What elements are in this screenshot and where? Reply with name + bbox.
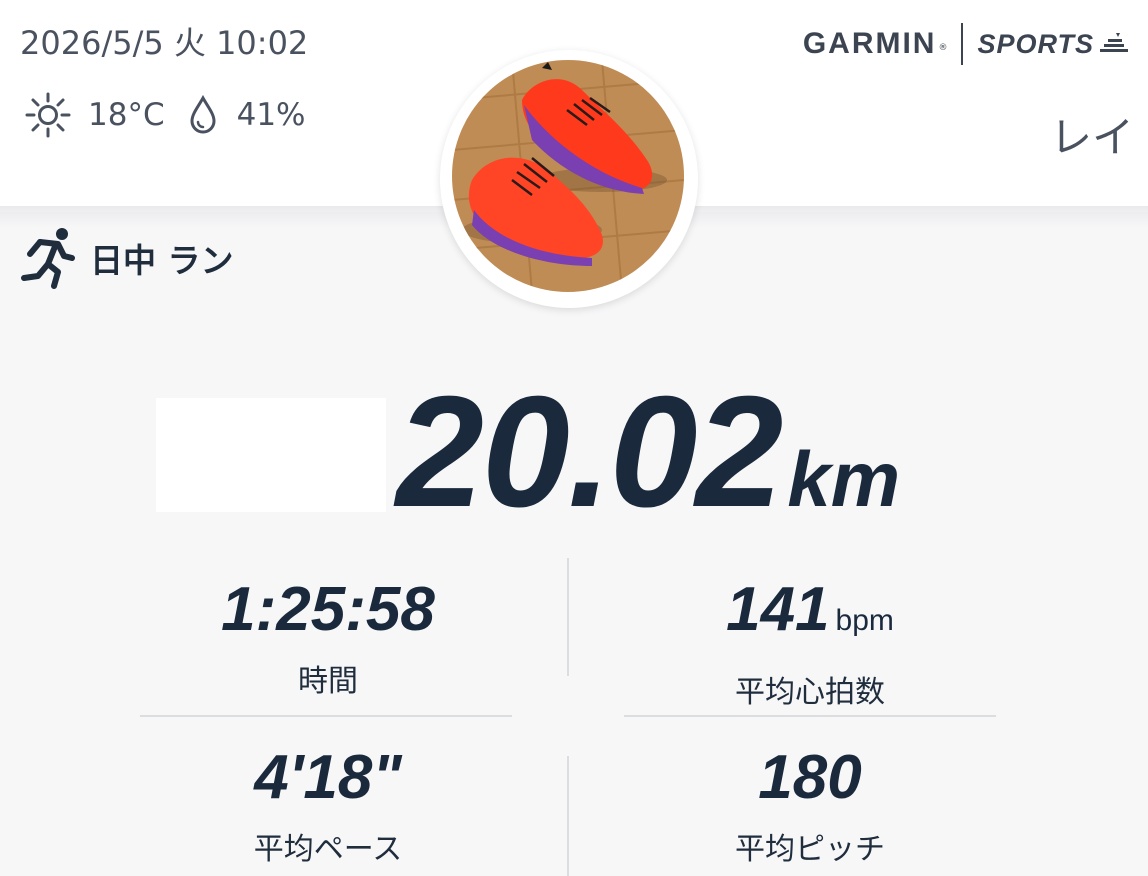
stat-cadence: 180 平均ピッチ <box>610 742 1010 868</box>
redacted-area <box>156 398 386 512</box>
garmin-sports-logo: GARMIN ® SPORTS <box>803 22 1130 66</box>
activity-photo[interactable] <box>452 60 684 292</box>
weather-info: 18°C 41% <box>24 92 306 138</box>
stats-divider-vertical-bottom <box>567 756 569 876</box>
stat-time: 1:25:58 時間 <box>128 574 528 700</box>
registered-mark: ® <box>938 43 948 53</box>
sports-wordmark: SPORTS <box>977 28 1094 59</box>
stat-pace: 4'18" 平均ペース <box>128 742 528 868</box>
activity-datetime: 2026/5/5 火 10:02 <box>20 24 309 62</box>
garmin-wordmark: GARMIN <box>802 27 937 60</box>
sports-logo-icon <box>1100 33 1128 52</box>
distance-unit: km <box>787 435 901 523</box>
stat-cadence-value: 180 <box>758 743 862 812</box>
stat-heart-rate-label: 平均心拍数 <box>735 675 885 710</box>
stats-divider-horizontal-right <box>624 715 996 717</box>
stats-divider-vertical-top <box>567 558 569 676</box>
distance-value: 20.02 <box>396 364 783 540</box>
humidity: 41% <box>236 97 306 133</box>
sun-icon <box>25 92 71 138</box>
brand-separator <box>961 23 964 65</box>
user-name[interactable]: レイ <box>1050 104 1134 165</box>
runner-icon <box>21 228 75 289</box>
stats-divider-horizontal-left <box>140 715 512 717</box>
running-shoes-photo <box>452 60 684 292</box>
activity-type: 日中 ラン <box>18 226 234 290</box>
total-distance: 20.02 km <box>396 372 900 532</box>
water-drop-icon <box>190 95 216 134</box>
temperature: 18°C <box>88 97 165 133</box>
stat-heart-rate-value-row: 141 bpm <box>610 574 1010 657</box>
stat-pace-value: 4'18" <box>254 743 402 812</box>
stat-heart-rate-unit: bpm <box>835 604 894 637</box>
stat-heart-rate: 141 bpm 平均心拍数 <box>610 574 1010 711</box>
stat-time-value: 1:25:58 <box>221 575 435 644</box>
stat-pace-label: 平均ペース <box>253 832 403 867</box>
activity-type-label: 日中 ラン <box>90 241 234 280</box>
stat-heart-rate-value: 141 <box>726 575 830 644</box>
stat-cadence-label: 平均ピッチ <box>735 832 885 867</box>
stat-time-label: 時間 <box>298 664 358 699</box>
